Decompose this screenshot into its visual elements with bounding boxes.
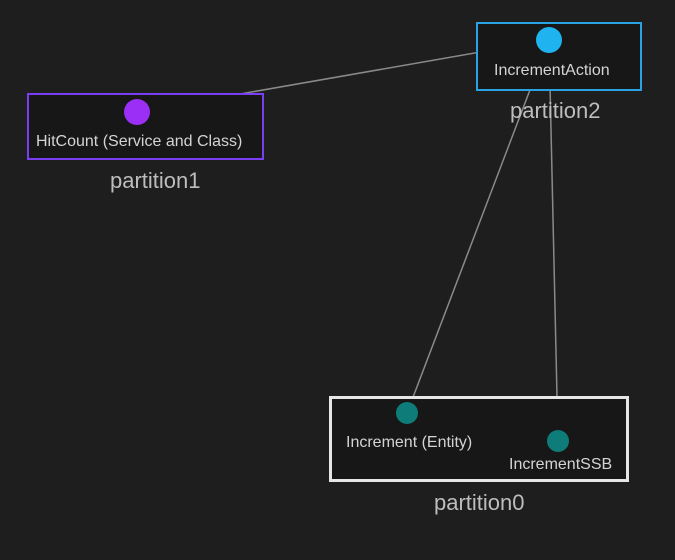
node-increment-entity-label: Increment (Entity) <box>346 434 472 452</box>
node-increment-action[interactable] <box>536 27 562 53</box>
node-hitcount-label: HitCount (Service and Class) <box>36 133 242 151</box>
node-increment-action-label: IncrementAction <box>494 62 610 80</box>
node-hitcount[interactable] <box>124 99 150 125</box>
node-increment-ssb[interactable] <box>547 430 569 452</box>
node-increment-ssb-label: IncrementSSB <box>509 456 612 474</box>
partition-2-label: partition2 <box>510 98 601 124</box>
edge-incrementaction-incremententity <box>407 40 549 413</box>
graph-canvas[interactable]: partition1 partition2 partition0 HitCoun… <box>0 0 675 560</box>
node-increment-entity[interactable] <box>396 402 418 424</box>
partition-0-label: partition0 <box>434 490 525 516</box>
partition-1-label: partition1 <box>110 168 201 194</box>
